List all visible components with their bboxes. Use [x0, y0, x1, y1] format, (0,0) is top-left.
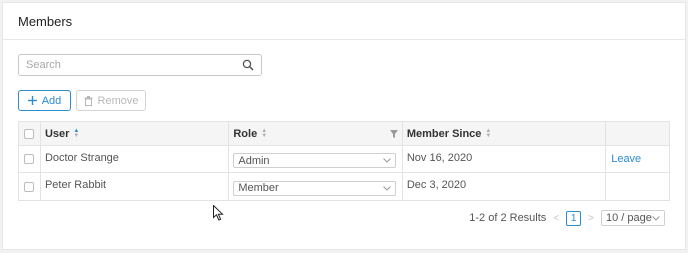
column-role-label: Role: [233, 127, 258, 140]
column-header-actions: [606, 122, 669, 145]
role-cell: Member: [229, 173, 403, 200]
chevron-down-icon: [652, 215, 660, 221]
members-table: User ▲ ▼ Role ▲ ▼ Member Since ▲ ▼ Docto…: [18, 121, 670, 201]
add-button[interactable]: Add: [18, 90, 71, 111]
column-member-since-label: Member Since: [406, 127, 482, 140]
role-select[interactable]: Member: [233, 180, 397, 196]
remove-button-label: Remove: [97, 94, 139, 107]
search-icon[interactable]: [242, 59, 254, 71]
leave-link[interactable]: Leave: [611, 153, 641, 165]
page-size-select[interactable]: 10 / page: [601, 210, 665, 226]
select-all-cell: [19, 122, 41, 145]
card-header: Members: [3, 3, 685, 40]
member-since-cell: Dec 3, 2020: [403, 173, 607, 200]
mouse-cursor-icon: [213, 205, 224, 221]
column-header-role[interactable]: Role ▲ ▼: [229, 122, 403, 145]
column-header-user[interactable]: User ▲ ▼: [41, 122, 230, 145]
role-select[interactable]: Admin: [233, 153, 397, 168]
role-cell: Admin: [229, 146, 403, 172]
action-cell: [606, 173, 669, 200]
card-title: Members: [18, 13, 73, 29]
results-count: 1-2 of 2 Results: [469, 212, 547, 224]
select-all-checkbox[interactable]: [24, 128, 35, 139]
trash-icon: [84, 95, 93, 106]
column-user-label: User: [44, 127, 70, 140]
role-select-value: Member: [238, 182, 279, 194]
role-select-value: Admin: [238, 154, 270, 167]
sort-icon[interactable]: ▲ ▼: [73, 128, 79, 139]
remove-button[interactable]: Remove: [76, 90, 146, 111]
table-row: Peter Rabbit Member Dec 3, 2020: [19, 173, 669, 200]
page-size-value: 10 / page: [606, 212, 652, 224]
filter-icon[interactable]: [389, 130, 398, 138]
pagination: 1-2 of 2 Results < 1 > 10 / page: [469, 210, 665, 226]
page-button-current[interactable]: 1: [566, 210, 582, 226]
column-header-member-since[interactable]: Member Since ▲ ▼: [403, 122, 607, 145]
chevron-down-icon: [383, 158, 392, 163]
user-cell: Doctor Strange: [41, 146, 230, 172]
add-button-label: Add: [41, 94, 62, 107]
table-header-row: User ▲ ▼ Role ▲ ▼ Member Since ▲ ▼: [19, 122, 669, 146]
row-select-cell: [19, 173, 41, 200]
member-since-cell: Nov 16, 2020: [403, 146, 607, 172]
plus-icon: [27, 96, 37, 105]
row-checkbox[interactable]: [24, 154, 35, 164]
user-cell: Peter Rabbit: [41, 173, 230, 200]
search-box[interactable]: [18, 54, 262, 76]
search-input[interactable]: [19, 55, 229, 75]
chevron-down-icon: [383, 185, 392, 191]
table-row: Doctor Strange Admin Nov 16, 2020 Leave: [19, 146, 669, 173]
sort-icon[interactable]: ▲ ▼: [261, 128, 267, 139]
prev-page-icon[interactable]: <: [553, 213, 559, 224]
sort-icon[interactable]: ▲ ▼: [485, 128, 491, 139]
action-cell: Leave: [606, 146, 669, 172]
next-page-icon[interactable]: >: [588, 213, 594, 224]
row-select-cell: [19, 146, 41, 172]
row-checkbox[interactable]: [24, 181, 35, 192]
members-card: Members Add Remove User: [2, 2, 686, 250]
